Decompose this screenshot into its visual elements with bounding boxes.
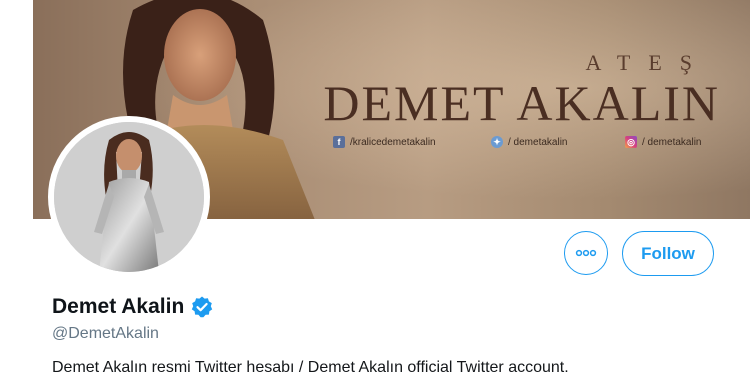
banner-social-links: f /kralicedemetakalin ✦ / demetakalin ◎ … bbox=[333, 136, 733, 152]
profile-display-name: Demet Akalin bbox=[52, 295, 214, 319]
banner-social-facebook-text: /kralicedemetakalin bbox=[350, 136, 436, 148]
facebook-icon: f bbox=[333, 136, 345, 148]
banner-social-twitter-text: / demetakalin bbox=[508, 136, 568, 148]
banner-subtitle: ATEŞ bbox=[585, 50, 710, 75]
follow-button[interactable]: Follow bbox=[622, 231, 714, 276]
display-name-text: Demet Akalin bbox=[52, 295, 185, 318]
instagram-icon: ◎ bbox=[625, 136, 637, 148]
avatar[interactable] bbox=[54, 122, 204, 272]
twitter-bird-icon: ✦ bbox=[491, 136, 503, 148]
page-gutter bbox=[0, 0, 33, 375]
banner-title: DEMET AKALIN bbox=[323, 75, 720, 131]
banner-social-facebook: f /kralicedemetakalin bbox=[333, 136, 436, 148]
banner-social-instagram-text: / demetakalin bbox=[642, 136, 702, 148]
banner-social-twitter: ✦ / demetakalin bbox=[491, 136, 567, 148]
profile-handle: @DemetAkalin bbox=[52, 325, 159, 342]
verified-badge-icon bbox=[192, 296, 213, 318]
avatar-frame[interactable] bbox=[48, 116, 210, 278]
avatar-portrait bbox=[54, 122, 204, 272]
profile-bio: Demet Akalın resmi Twitter hesabı / Deme… bbox=[52, 359, 569, 376]
more-options-icon bbox=[575, 249, 597, 257]
more-options-button[interactable] bbox=[564, 231, 608, 275]
banner-social-instagram: ◎ / demetakalin bbox=[625, 136, 701, 148]
